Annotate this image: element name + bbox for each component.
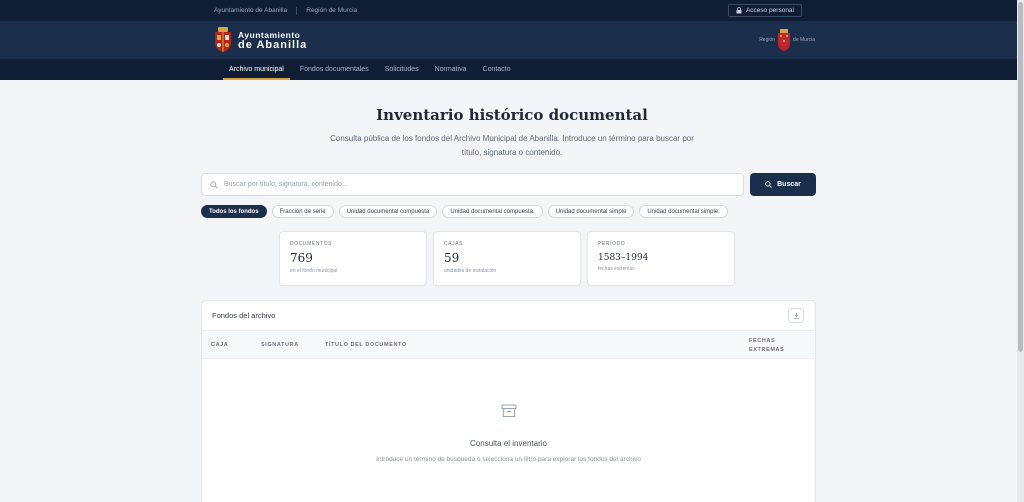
- filter-chip-fraccion-serie[interactable]: Fracción de serie: [271, 205, 334, 218]
- column-header-caja[interactable]: CAJA: [211, 342, 228, 348]
- empty-state: Consulta el inventario Introduce un térm…: [202, 359, 815, 463]
- column-header-fechas-line1: FECHAS: [749, 338, 776, 344]
- brand-line-2: de Abanilla: [238, 39, 308, 51]
- stat-value: 769: [290, 251, 313, 265]
- column-header-titulo[interactable]: TÍTULO DEL DOCUMENTO: [325, 342, 407, 348]
- panel-header: Fondos del archivo: [202, 301, 815, 331]
- download-icon: [793, 312, 799, 319]
- stats-cards: DOCUMENTOS 769 en el fondo municipal CAJ…: [279, 231, 735, 286]
- topbar-link-ayuntamiento[interactable]: Ayuntamiento de Abanilla: [214, 7, 287, 14]
- column-header-signatura[interactable]: SIGNATURA: [261, 342, 299, 348]
- stat-sub: en el fondo municipal: [290, 268, 338, 274]
- search-input[interactable]: Buscar por título, signatura, contenido.…: [201, 173, 744, 196]
- search-icon: [765, 181, 772, 188]
- archive-box-icon: [501, 404, 516, 417]
- stat-card-documentos: DOCUMENTOS 769 en el fondo municipal: [279, 231, 427, 286]
- nav-item-solicitudes[interactable]: Solicitudes: [385, 59, 419, 80]
- search-bar: Buscar por título, signatura, contenido.…: [201, 173, 816, 196]
- stat-sub: unidades de instalación: [444, 268, 497, 274]
- page-subtitle: Consulta pública de los fondos del Archi…: [330, 134, 694, 157]
- fondos-panel: Fondos del archivo CAJA SIGNATURA TÍTULO…: [201, 300, 816, 502]
- stat-value: 59: [444, 251, 460, 265]
- divider: [296, 6, 298, 15]
- nav-item-normativa[interactable]: Normativa: [435, 59, 467, 80]
- region-shield-icon: [778, 29, 791, 51]
- access-personal-button[interactable]: Acceso personal: [727, 4, 802, 17]
- region-label-right: de Murcia: [793, 37, 815, 43]
- search-button-label: Buscar: [777, 181, 801, 188]
- region-murcia-logo: Región de Murcia: [759, 29, 815, 51]
- filter-chips: Todos los fondos Fracción de serie Unida…: [201, 205, 728, 218]
- top-bar: Ayuntamiento de Abanilla Región de Murci…: [0, 0, 1024, 21]
- stat-value: 1583–1994: [598, 253, 649, 263]
- nav-item-archivo-municipal[interactable]: Archivo municipal: [223, 59, 290, 80]
- stat-label: CAJAS: [444, 241, 464, 247]
- download-button[interactable]: [788, 308, 804, 323]
- stat-card-cajas: CAJAS 59 unidades de instalación: [433, 231, 581, 286]
- filter-chip-udc-dot[interactable]: Unidad documental compuesta.: [442, 205, 543, 218]
- lock-icon: [736, 7, 742, 14]
- search-placeholder: Buscar por título, signatura, contenido.…: [224, 181, 348, 188]
- nav-item-contacto[interactable]: Contacto: [483, 59, 511, 80]
- stat-label: DOCUMENTOS: [290, 241, 333, 247]
- brand-logo-link[interactable]: Ayuntamiento de Abanilla: [214, 27, 307, 53]
- stat-sub: fechas extremas: [598, 266, 635, 272]
- coat-of-arms-icon: [215, 27, 231, 52]
- brand-name: Ayuntamiento de Abanilla: [238, 30, 308, 51]
- filter-chip-uds-dot[interactable]: Unidad documental simple.: [639, 205, 728, 218]
- search-icon: [210, 180, 218, 189]
- empty-state-description: Introduce un término de búsqueda o selec…: [376, 456, 641, 463]
- column-header-fechas-line2: EXTREMAS: [749, 347, 785, 353]
- filter-chip-todos[interactable]: Todos los fondos: [201, 205, 267, 218]
- access-personal-label: Acceso personal: [745, 7, 794, 14]
- stat-label: PERÍODO: [598, 241, 626, 247]
- page-scrollbar[interactable]: [1017, 0, 1024, 502]
- filter-chip-uds[interactable]: Unidad documental simple: [547, 205, 635, 218]
- panel-title: Fondos del archivo: [212, 311, 276, 320]
- region-label-left: Región: [759, 37, 776, 43]
- stat-card-periodo: PERÍODO 1583–1994 fechas extremas: [587, 231, 735, 286]
- scrollbar-thumb[interactable]: [1018, 2, 1023, 352]
- site-header: Ayuntamiento de Abanilla Región de Murci…: [0, 21, 1024, 59]
- search-button[interactable]: Buscar: [750, 173, 816, 196]
- table-header: CAJA SIGNATURA TÍTULO DEL DOCUMENTO FECH…: [202, 331, 815, 359]
- filter-chip-udc[interactable]: Unidad documental compuesta: [338, 205, 438, 218]
- empty-state-title: Consulta el inventario: [470, 439, 547, 448]
- nav-item-fondos-documentales[interactable]: Fondos documentales: [300, 59, 369, 80]
- topbar-link-region[interactable]: Región de Murcia: [306, 7, 357, 14]
- main-nav: Archivo municipal Fondos documentales So…: [0, 59, 1024, 80]
- column-header-fechas[interactable]: FECHAS EXTREMAS: [749, 337, 784, 355]
- page-title: Inventario histórico documental: [376, 106, 648, 124]
- hero-section: Inventario histórico documental Consulta…: [0, 106, 1024, 160]
